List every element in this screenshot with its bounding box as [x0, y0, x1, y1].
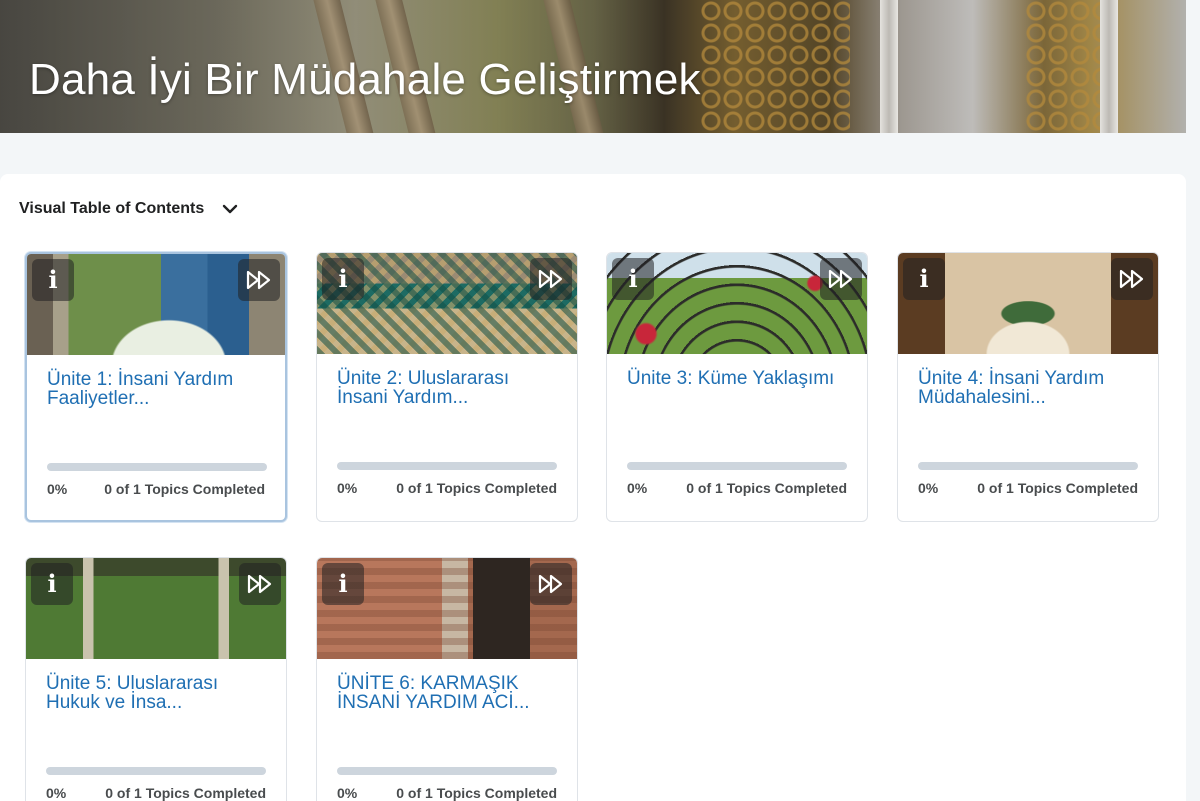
progress-bar — [47, 463, 267, 471]
unit-card-image[interactable]: i — [607, 253, 867, 354]
toc-toggle[interactable]: Visual Table of Contents — [19, 200, 238, 218]
unit-card-1[interactable]: i Ünite 1: İnsani Yardım Faaliyetler... … — [25, 252, 287, 522]
progress-bar — [337, 767, 557, 775]
unit-card-image[interactable]: i — [26, 558, 286, 659]
fast-forward-icon — [246, 270, 271, 290]
banner-lattice-screen — [1025, 0, 1100, 133]
unit-card-image[interactable]: i — [317, 558, 577, 659]
banner-lattice-screen — [700, 0, 850, 133]
progress-percent: 0% — [918, 480, 939, 496]
info-button[interactable]: i — [31, 563, 73, 605]
skip-to-unit-button[interactable] — [1111, 258, 1153, 300]
fast-forward-icon — [828, 269, 853, 289]
unit-card-3[interactable]: i Ünite 3: Küme Yaklaşımı 0% 0 of 1 Topi… — [606, 252, 868, 522]
fast-forward-icon — [1119, 269, 1144, 289]
progress-percent: 0% — [337, 480, 358, 496]
unit-title-link[interactable]: Ünite 5: Uluslararası Hukuk ve İnsa... — [46, 674, 270, 712]
toc-title: Visual Table of Contents — [19, 200, 205, 217]
progress-bar — [918, 462, 1138, 470]
skip-to-unit-button[interactable] — [239, 563, 281, 605]
unit-card-2[interactable]: i Ünite 2: Uluslararası İnsani Yardım...… — [316, 252, 578, 522]
topics-completed: 0 of 1 Topics Completed — [396, 785, 557, 801]
info-icon: i — [338, 264, 348, 293]
topics-completed: 0 of 1 Topics Completed — [104, 481, 265, 497]
progress-bar — [337, 462, 557, 470]
unit-title-link[interactable]: Ünite 1: İnsani Yardım Faaliyetler... — [47, 370, 271, 408]
info-icon: i — [338, 569, 348, 598]
skip-to-unit-button[interactable] — [238, 259, 280, 301]
unit-title-link[interactable]: ÜNİTE 6: KARMAŞIK İNSANİ YARDIM ACİ... — [337, 674, 561, 712]
skip-to-unit-button[interactable] — [820, 258, 862, 300]
topics-completed: 0 of 1 Topics Completed — [396, 480, 557, 496]
banner-pillar — [1100, 0, 1118, 133]
info-icon: i — [47, 569, 57, 598]
course-banner: Daha İyi Bir Müdahale Geliştirmek — [0, 0, 1186, 133]
info-icon: i — [919, 264, 929, 293]
unit-card-image[interactable]: i — [898, 253, 1158, 354]
info-button[interactable]: i — [322, 563, 364, 605]
progress-percent: 0% — [337, 785, 358, 801]
banner-pillar — [880, 0, 898, 133]
info-button[interactable]: i — [32, 259, 74, 301]
unit-title-link[interactable]: Ünite 3: Küme Yaklaşımı — [627, 369, 851, 388]
fast-forward-icon — [538, 574, 563, 594]
topics-completed: 0 of 1 Topics Completed — [977, 480, 1138, 496]
topics-completed: 0 of 1 Topics Completed — [686, 480, 847, 496]
unit-title-link[interactable]: Ünite 4: İnsani Yardım Müdahalesini... — [918, 369, 1142, 407]
progress-percent: 0% — [627, 480, 648, 496]
unit-card-6[interactable]: i ÜNİTE 6: KARMAŞIK İNSANİ YARDIM ACİ...… — [316, 557, 578, 801]
info-button[interactable]: i — [612, 258, 654, 300]
fast-forward-icon — [247, 574, 272, 594]
info-button[interactable]: i — [903, 258, 945, 300]
unit-card-image[interactable]: i — [27, 254, 285, 355]
progress-bar — [627, 462, 847, 470]
chevron-down-icon — [223, 204, 238, 214]
unit-card-4[interactable]: i Ünite 4: İnsani Yardım Müdahalesini...… — [897, 252, 1159, 522]
skip-to-unit-button[interactable] — [530, 563, 572, 605]
progress-bar — [46, 767, 266, 775]
unit-card-5[interactable]: i Ünite 5: Uluslararası Hukuk ve İnsa...… — [25, 557, 287, 801]
unit-title-link[interactable]: Ünite 2: Uluslararası İnsani Yardım... — [337, 369, 561, 407]
skip-to-unit-button[interactable] — [530, 258, 572, 300]
progress-percent: 0% — [46, 785, 67, 801]
info-button[interactable]: i — [322, 258, 364, 300]
course-title: Daha İyi Bir Müdahale Geliştirmek — [29, 55, 701, 104]
info-icon: i — [628, 264, 638, 293]
unit-card-image[interactable]: i — [317, 253, 577, 354]
info-icon: i — [48, 265, 58, 294]
fast-forward-icon — [538, 269, 563, 289]
progress-percent: 0% — [47, 481, 68, 497]
topics-completed: 0 of 1 Topics Completed — [105, 785, 266, 801]
